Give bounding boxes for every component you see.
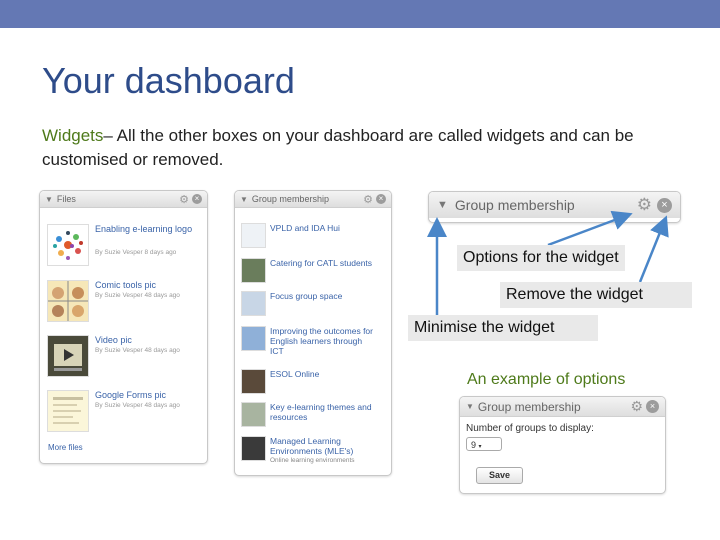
save-button[interactable]: Save [476,467,523,484]
groups-count-value: 9 [471,440,477,450]
callout-remove: Remove the widget [500,282,692,308]
remove-arrow [638,215,669,283]
callout-options: Options for the widget [457,245,625,271]
options-arrow [547,210,633,247]
groups-count-select[interactable]: 9 ▾ [466,437,502,451]
gear-icon[interactable]: ⚙ [630,398,643,415]
callout-minimise: Minimise the widget [408,315,598,341]
example-label: An example of options [467,371,626,388]
triangle-down-icon[interactable]: ▼ [466,402,474,411]
options-widget-header: ▼ Group membership ⚙ × [460,397,665,417]
close-icon[interactable]: × [646,400,659,413]
options-widget-title: Group membership [477,399,581,414]
groups-count-label: Number of groups to display: [466,423,594,434]
options-example-widget: ▼ Group membership ⚙ × Number of groups … [459,396,666,494]
chevron-down-icon: ▾ [478,444,482,450]
